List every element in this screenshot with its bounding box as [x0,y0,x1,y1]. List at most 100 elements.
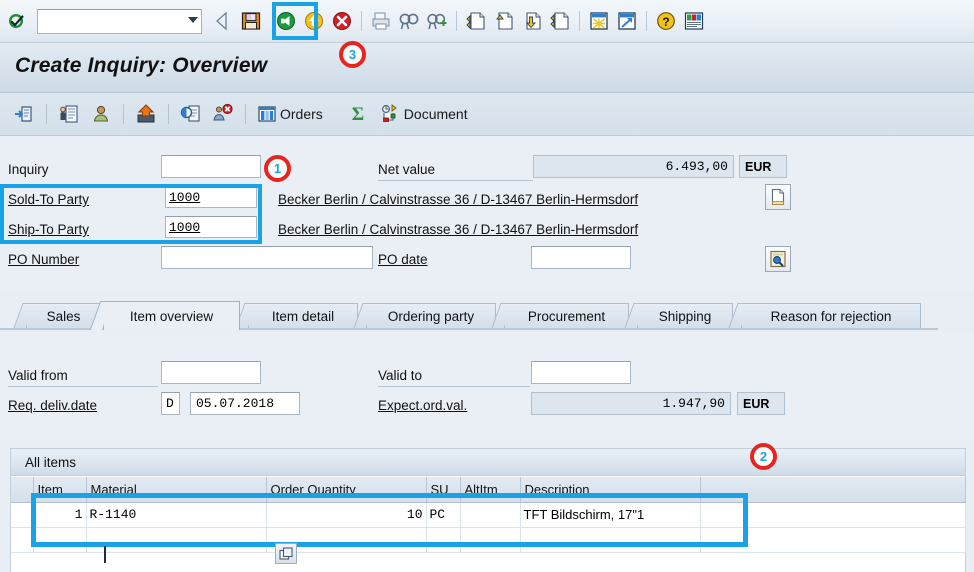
command-field[interactable] [37,8,202,34]
open-document-icon[interactable] [765,184,791,210]
cell-altitm[interactable] [460,502,521,528]
sap-gui-window: ? Create Inquiry: Overview Orders Σ Docu… [0,0,974,572]
row-selector-cell[interactable] [11,527,34,553]
find-icon[interactable] [395,7,423,35]
tab-reason-for-rejection[interactable]: Reason for rejection [741,303,921,328]
command-input[interactable] [40,10,178,32]
orders-button[interactable]: Orders [252,99,328,129]
ship-to-party-address: Becker Berlin / Calvinstrasse 36 / D-134… [278,222,639,237]
save-button-highlight [272,2,318,40]
column-header-description[interactable]: Description [520,477,701,503]
tab-procurement[interactable]: Procurement [504,303,629,328]
toolbar-separator [46,104,47,124]
column-header-material[interactable]: Material [86,477,267,503]
toolbar-separator [646,11,647,31]
tab-ordering-party[interactable]: Ordering party [366,303,496,328]
items-table: Item Material Order Quantity SU AltItm D… [11,477,966,553]
items-grid: Item Material Order Quantity SU AltItm D… [11,477,966,553]
create-shortcut-icon[interactable] [613,7,641,35]
cell-su[interactable] [426,527,461,553]
cell-item[interactable]: 1 [33,502,87,528]
toolbar-separator [168,104,169,124]
item-overview-form: Valid from Valid to Req. deliv.date D 05… [0,332,974,440]
first-page-icon[interactable] [462,7,490,35]
row-selector-header[interactable] [11,477,34,503]
tab-shipping[interactable]: Shipping [637,303,733,328]
cell-material[interactable] [86,527,267,553]
cancel-red-icon[interactable] [328,7,356,35]
document-button[interactable]: Document [374,99,473,129]
column-header-order-quantity[interactable]: Order Quantity [266,477,427,503]
po-number-label: PO Number [8,252,80,267]
last-page-icon[interactable] [546,7,574,35]
material-value-help-icon[interactable] [275,543,297,564]
column-header-item[interactable]: Item [33,477,87,503]
find-next-icon[interactable] [423,7,451,35]
orders-icon [258,106,276,122]
address-search-icon[interactable] [765,246,791,272]
cell-description[interactable]: TFT Bildschirm, 17"1 [520,502,701,528]
po-number-input[interactable] [161,246,373,269]
expect-ord-val-label: Expect.ord.val. [378,398,468,413]
inquiry-input[interactable] [161,155,261,178]
save-icon[interactable] [237,7,265,35]
toolbar-separator [245,104,246,124]
display-doc-header-icon[interactable] [8,99,40,129]
toolbar-separator [123,104,124,124]
cell-order-quantity[interactable]: 10 [266,502,427,528]
valid-from-label: Valid from [8,368,68,383]
table-row[interactable] [11,527,966,553]
chevron-down-icon[interactable] [188,16,198,23]
item-details-icon[interactable] [53,99,85,129]
tab-item-overview[interactable]: Item overview [103,301,240,330]
page-title: Create Inquiry: Overview [15,54,268,77]
system-toolbar: ? [0,0,974,43]
net-value-label: Net value [378,162,436,177]
toolbar-separator [579,11,580,31]
help-icon[interactable]: ? [652,7,680,35]
cell-item[interactable] [33,527,87,553]
valid-from-input[interactable] [161,361,261,384]
print-icon[interactable] [367,7,395,35]
cell-altitm[interactable] [460,527,521,553]
valid-to-label: Valid to [378,368,423,383]
cell-description[interactable] [520,527,701,553]
customize-layout-icon[interactable] [680,7,708,35]
next-page-icon[interactable] [518,7,546,35]
sum-icon[interactable]: Σ [342,99,374,129]
previous-page-icon[interactable] [490,7,518,35]
partner-icon[interactable] [85,99,117,129]
column-header-altitm[interactable]: AltItm [460,477,521,503]
toolbar-separator [361,11,362,31]
cell-material[interactable]: R-1140 [86,502,267,528]
pricing-conditions-icon[interactable] [175,99,207,129]
create-session-icon[interactable] [585,7,613,35]
callout-3: 3 [339,41,366,68]
party-fields-highlight [0,184,262,244]
req-deliv-date-input[interactable]: 05.07.2018 [190,392,300,415]
valid-to-input[interactable] [531,361,631,384]
document-icon [381,104,397,122]
callout-1: 1 [264,155,291,182]
tab-item-detail[interactable]: Item detail [248,303,358,328]
application-toolbar: Orders Σ Document [0,93,974,136]
svg-text:Σ: Σ [352,104,364,125]
items-header-row: Item Material Order Quantity SU AltItm D… [11,477,966,503]
req-deliv-date-type-input[interactable]: D [161,392,180,415]
cell-filler [700,527,966,553]
enter-ok-icon[interactable] [4,8,30,34]
po-date-input[interactable] [531,246,631,269]
text-cursor [104,546,106,563]
back-prev-icon[interactable] [209,7,237,35]
availability-icon[interactable] [130,99,162,129]
reject-item-icon[interactable] [207,99,239,129]
cell-su[interactable]: PC [426,502,461,528]
column-header-su[interactable]: SU [426,477,461,503]
row-selector-cell[interactable] [11,502,34,528]
all-items-panel: All items Item Material Order Quantity S… [10,448,966,572]
tab-sales[interactable]: Sales [26,303,101,328]
inquiry-label: Inquiry [8,162,49,177]
table-row[interactable]: 1 R-1140 10 PC TFT Bildschirm, 17"1 [11,502,966,528]
svg-text:?: ? [662,15,669,29]
orders-label: Orders [280,106,323,122]
